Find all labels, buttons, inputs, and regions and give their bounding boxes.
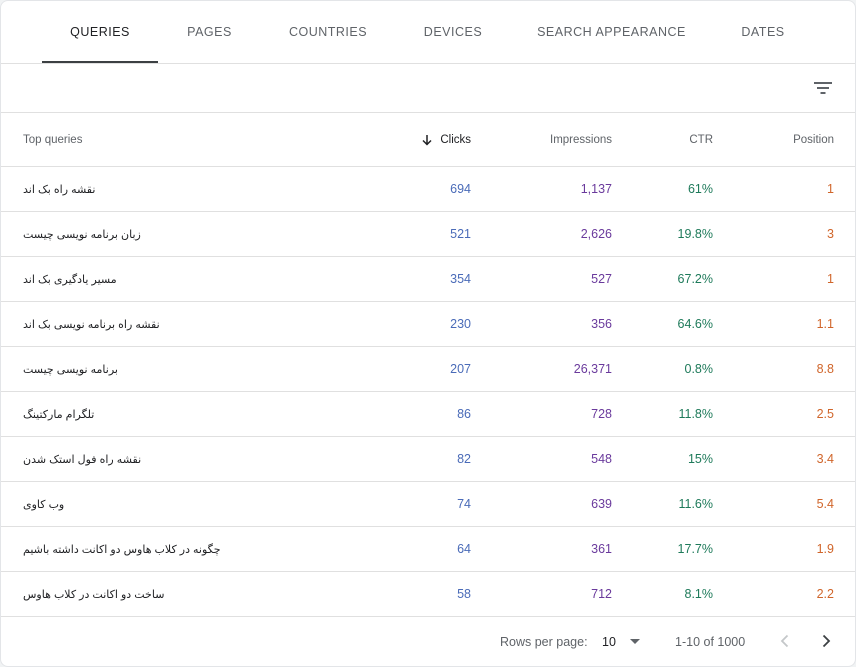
position-cell: 1.9: [816, 542, 834, 556]
header-impressions[interactable]: Impressions: [550, 113, 612, 166]
caret-down-icon: [629, 639, 640, 644]
table-row[interactable]: نقشه راه فول استک شدن 82 548 15% 3.4: [1, 437, 855, 482]
ctr-cell: 67.2%: [677, 272, 713, 286]
table-row[interactable]: برنامه نویسی چیست 207 26,371 0.8% 8.8: [1, 347, 855, 392]
impressions-cell: 639: [591, 497, 612, 511]
clicks-cell: 74: [457, 497, 471, 511]
header-position[interactable]: Position: [793, 113, 834, 166]
clicks-cell: 58: [457, 587, 471, 601]
table-row[interactable]: نقشه راه بک اند 694 1,137 61% 1: [1, 167, 855, 212]
query-cell: نقشه راه برنامه نویسی بک اند: [23, 318, 160, 331]
header-top-queries: Top queries: [23, 133, 83, 146]
position-cell: 5.4: [816, 497, 834, 511]
pagination-bar: Rows per page: 10 1-10 of 1000: [1, 617, 855, 666]
chevron-right-icon[interactable]: [816, 631, 836, 651]
chevron-left-icon[interactable]: [775, 631, 795, 651]
tab-bar: QUERIES PAGES COUNTRIES DEVICES SEARCH A…: [1, 1, 855, 64]
rows-per-page-label: Rows per page:: [500, 634, 588, 649]
clicks-cell: 230: [450, 317, 471, 331]
clicks-cell: 64: [457, 542, 471, 556]
impressions-cell: 548: [591, 452, 612, 466]
header-ctr[interactable]: CTR: [689, 113, 713, 166]
impressions-cell: 356: [591, 317, 612, 331]
rows-per-page-value: 10: [602, 634, 616, 649]
impressions-cell: 712: [591, 587, 612, 601]
position-cell: 1.1: [816, 317, 834, 331]
query-cell: تلگرام مارکتینگ: [23, 408, 95, 421]
query-cell: وب کاوی: [23, 498, 65, 511]
performance-card: QUERIES PAGES COUNTRIES DEVICES SEARCH A…: [0, 0, 856, 667]
ctr-cell: 61%: [687, 182, 713, 196]
ctr-cell: 0.8%: [684, 362, 714, 376]
clicks-cell: 82: [457, 452, 471, 466]
ctr-cell: 11.6%: [678, 497, 713, 511]
table-row[interactable]: مسیر یادگیری بک اند 354 527 67.2% 1: [1, 257, 855, 302]
filter-bar: [1, 64, 855, 113]
tab-dates[interactable]: DATES: [726, 1, 800, 62]
position-cell: 1: [827, 182, 834, 196]
position-cell: 1: [827, 272, 834, 286]
impressions-cell: 26,371: [573, 362, 612, 376]
query-cell: نقشه راه فول استک شدن: [23, 453, 142, 466]
table-row[interactable]: ساخت دو اکانت در کلاب هاوس 58 712 8.1% 2…: [1, 572, 855, 617]
clicks-cell: 521: [450, 227, 471, 241]
clicks-cell: 207: [450, 362, 471, 376]
table-row[interactable]: چگونه در کلاب هاوس دو اکانت داشته باشیم …: [1, 527, 855, 572]
position-cell: 3: [827, 227, 834, 241]
tab-pages[interactable]: PAGES: [169, 1, 250, 62]
header-clicks[interactable]: Clicks: [421, 113, 471, 166]
rows-per-page-select[interactable]: 10: [602, 617, 640, 666]
position-cell: 2.2: [816, 587, 834, 601]
page-range: 1-10 of 1000: [675, 634, 746, 649]
query-cell: نقشه راه بک اند: [23, 183, 96, 196]
query-cell: ساخت دو اکانت در کلاب هاوس: [23, 588, 165, 601]
queries-table: Top queries Clicks Impressions CTR Posit…: [1, 113, 855, 617]
position-cell: 8.8: [816, 362, 834, 376]
arrow-down-icon: [422, 134, 432, 146]
table-row[interactable]: زبان برنامه نویسی چیست 521 2,626 19.8% 3: [1, 212, 855, 257]
query-cell: برنامه نویسی چیست: [23, 363, 118, 376]
impressions-cell: 361: [591, 542, 612, 556]
position-cell: 3.4: [816, 452, 834, 466]
clicks-cell: 86: [457, 407, 471, 421]
table-row[interactable]: تلگرام مارکتینگ 86 728 11.8% 2.5: [1, 392, 855, 437]
table-header-row: Top queries Clicks Impressions CTR Posit…: [1, 113, 855, 167]
impressions-cell: 527: [591, 272, 612, 286]
ctr-cell: 19.8%: [677, 227, 713, 241]
query-cell: مسیر یادگیری بک اند: [23, 273, 117, 286]
table-row[interactable]: وب کاوی 74 639 11.6% 5.4: [1, 482, 855, 527]
ctr-cell: 8.1%: [684, 587, 714, 601]
ctr-cell: 11.8%: [678, 407, 713, 421]
query-cell: چگونه در کلاب هاوس دو اکانت داشته باشیم: [23, 543, 221, 556]
tab-devices[interactable]: DEVICES: [411, 1, 495, 62]
table-row[interactable]: نقشه راه برنامه نویسی بک اند 230 356 64.…: [1, 302, 855, 347]
ctr-cell: 64.6%: [677, 317, 713, 331]
position-cell: 2.5: [816, 407, 834, 421]
ctr-cell: 15%: [687, 452, 713, 466]
tab-search-appearance[interactable]: SEARCH APPEARANCE: [529, 1, 694, 62]
query-cell: زبان برنامه نویسی چیست: [23, 228, 141, 241]
impressions-cell: 1,137: [580, 182, 612, 196]
ctr-cell: 17.7%: [677, 542, 713, 556]
impressions-cell: 728: [591, 407, 612, 421]
tab-countries[interactable]: COUNTRIES: [277, 1, 379, 62]
header-clicks-label: Clicks: [440, 133, 471, 146]
impressions-cell: 2,626: [580, 227, 612, 241]
clicks-cell: 694: [450, 182, 471, 196]
clicks-cell: 354: [450, 272, 471, 286]
tab-queries[interactable]: QUERIES: [42, 1, 158, 63]
filter-icon[interactable]: [813, 78, 833, 98]
